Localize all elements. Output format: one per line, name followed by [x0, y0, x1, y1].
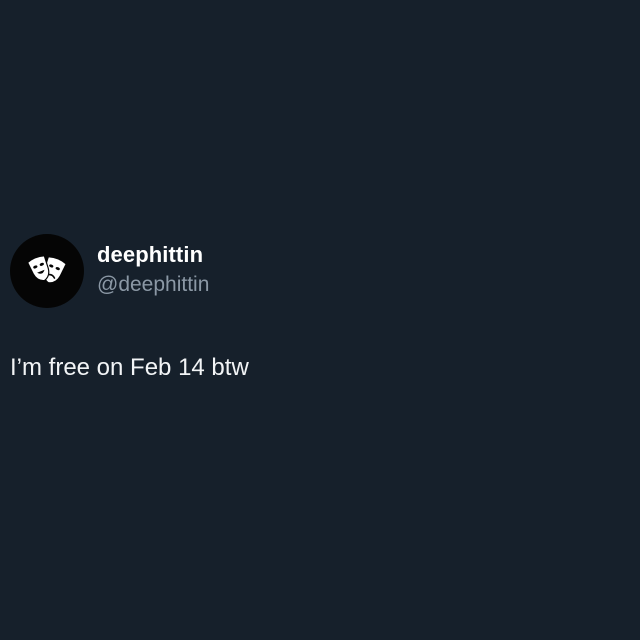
theater-masks-icon	[27, 255, 66, 283]
display-name[interactable]: deephittin	[97, 241, 209, 269]
user-handle[interactable]: @deephittin	[97, 271, 209, 299]
post: deephittin @deephittin I’m free on Feb 1…	[10, 234, 610, 384]
post-text: I’m free on Feb 14 btw	[10, 354, 249, 381]
tweet-screenshot: deephittin @deephittin I’m free on Feb 1…	[0, 0, 640, 640]
avatar[interactable]	[10, 234, 84, 308]
author-names: deephittin @deephittin	[97, 241, 209, 299]
post-header: deephittin @deephittin	[10, 234, 610, 308]
